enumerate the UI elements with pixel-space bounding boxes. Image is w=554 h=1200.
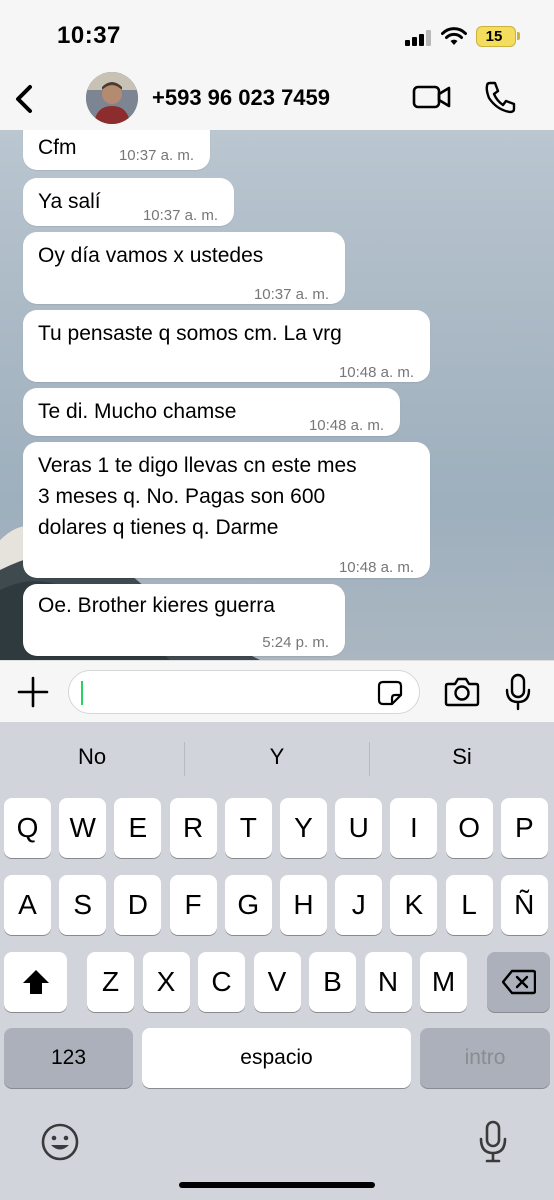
key-w[interactable]: W	[59, 798, 107, 858]
camera-icon[interactable]	[444, 675, 480, 709]
status-time: 10:37	[57, 22, 121, 49]
phone-icon[interactable]	[484, 80, 516, 114]
key-y[interactable]: Y	[280, 798, 327, 858]
home-indicator	[179, 1182, 375, 1188]
suggestion-item[interactable]: Y	[185, 744, 369, 770]
key-z[interactable]: Z	[87, 952, 134, 1012]
key-l[interactable]: L	[445, 875, 493, 935]
battery-tip	[517, 32, 520, 40]
space-key[interactable]: espacio	[142, 1028, 411, 1088]
message-text: Veras 1 te digo llevas cn este mes 3 mes…	[38, 454, 357, 539]
plus-icon[interactable]	[16, 675, 50, 709]
battery-level: 15	[485, 28, 503, 45]
numbers-key[interactable]: 123	[4, 1028, 133, 1088]
status-bar: 10:37 15	[0, 0, 554, 70]
suggestion-bar: No Y Si	[0, 722, 554, 796]
key-ñ[interactable]: Ñ	[500, 875, 548, 935]
backspace-icon	[501, 969, 536, 995]
keyboard: No Y Si QWERTYUIOP ASDFGHJKLÑ ZXCVBNM 12…	[0, 722, 554, 1200]
backspace-key[interactable]	[487, 952, 550, 1012]
wifi-icon	[441, 27, 467, 45]
message-text: Oy día vamos x ustedes	[38, 244, 264, 267]
key-d[interactable]: D	[114, 875, 162, 935]
key-v[interactable]: V	[253, 952, 301, 1012]
message-input[interactable]	[68, 670, 420, 714]
key-o[interactable]: O	[445, 798, 493, 858]
message-time: 10:48 a. m.	[338, 559, 414, 576]
message-text: Te di. Mucho chamse	[38, 400, 237, 423]
chevron-left-icon[interactable]	[10, 82, 40, 116]
shift-key[interactable]	[4, 952, 67, 1012]
key-x[interactable]: X	[142, 952, 190, 1012]
chat-header: +593 96 023 7459	[0, 70, 554, 130]
chat-area[interactable]: Cfm 10:37 a. m. Ya salí 10:37 a. m. Oy d…	[0, 130, 554, 660]
battery-icon: 15	[476, 26, 516, 47]
text-caret	[81, 681, 83, 705]
message-bubble[interactable]: Ya salí 10:37 a. m.	[23, 178, 234, 226]
key-n[interactable]: N	[364, 952, 412, 1012]
key-b[interactable]: B	[309, 952, 356, 1012]
key-h[interactable]: H	[280, 875, 327, 935]
emoji-icon[interactable]	[40, 1122, 80, 1162]
message-bubble[interactable]: Tu pensaste q somos cm. La vrg 10:48 a. …	[23, 310, 430, 382]
message-time: 10:48 a. m.	[308, 417, 384, 434]
microphone-icon[interactable]	[505, 673, 531, 711]
message-time: 10:48 a. m.	[338, 364, 414, 381]
message-time: 10:37 a. m.	[118, 147, 194, 164]
dictation-icon[interactable]	[478, 1120, 508, 1164]
shift-icon	[22, 970, 49, 994]
message-text: Tu pensaste q somos cm. La vrg	[38, 322, 342, 345]
key-t[interactable]: T	[224, 798, 272, 858]
key-g[interactable]: G	[224, 875, 272, 935]
key-r[interactable]: R	[169, 798, 217, 858]
key-j[interactable]: J	[335, 875, 383, 935]
key-f[interactable]: F	[169, 875, 217, 935]
message-bubble[interactable]: Veras 1 te digo llevas cn este mes 3 mes…	[23, 442, 430, 578]
suggestion-item[interactable]: Si	[370, 744, 554, 770]
key-s[interactable]: S	[59, 875, 107, 935]
key-p[interactable]: P	[500, 798, 548, 858]
key-i[interactable]: I	[390, 798, 438, 858]
key-m[interactable]: M	[420, 952, 467, 1012]
message-bubble[interactable]: Oy día vamos x ustedes 10:37 a. m.	[23, 232, 345, 304]
message-time: 10:37 a. m.	[142, 207, 218, 224]
sticker-icon[interactable]	[377, 680, 403, 706]
message-bubble[interactable]: Oe. Brother kieres guerra 5:24 p. m.	[23, 584, 345, 656]
return-key[interactable]: intro	[420, 1028, 550, 1088]
message-time: 5:24 p. m.	[262, 634, 329, 651]
key-a[interactable]: A	[4, 875, 51, 935]
message-bubble[interactable]: Cfm 10:37 a. m.	[23, 130, 210, 170]
avatar[interactable]	[86, 72, 138, 124]
key-k[interactable]: K	[390, 875, 438, 935]
video-call-icon[interactable]	[412, 82, 452, 112]
key-c[interactable]: C	[198, 952, 245, 1012]
key-u[interactable]: U	[335, 798, 383, 858]
message-time: 10:37 a. m.	[253, 286, 329, 303]
message-text: Ya salí	[38, 190, 101, 213]
key-e[interactable]: E	[114, 798, 162, 858]
key-q[interactable]: Q	[4, 798, 51, 858]
message-text: Oe. Brother kieres guerra	[38, 594, 275, 617]
message-input-bar	[0, 660, 554, 722]
suggestion-item[interactable]: No	[0, 744, 184, 770]
signal-icon	[405, 30, 435, 46]
contact-name[interactable]: +593 96 023 7459	[152, 85, 330, 111]
message-text: Cfm	[38, 136, 77, 159]
message-bubble[interactable]: Te di. Mucho chamse 10:48 a. m.	[23, 388, 400, 436]
